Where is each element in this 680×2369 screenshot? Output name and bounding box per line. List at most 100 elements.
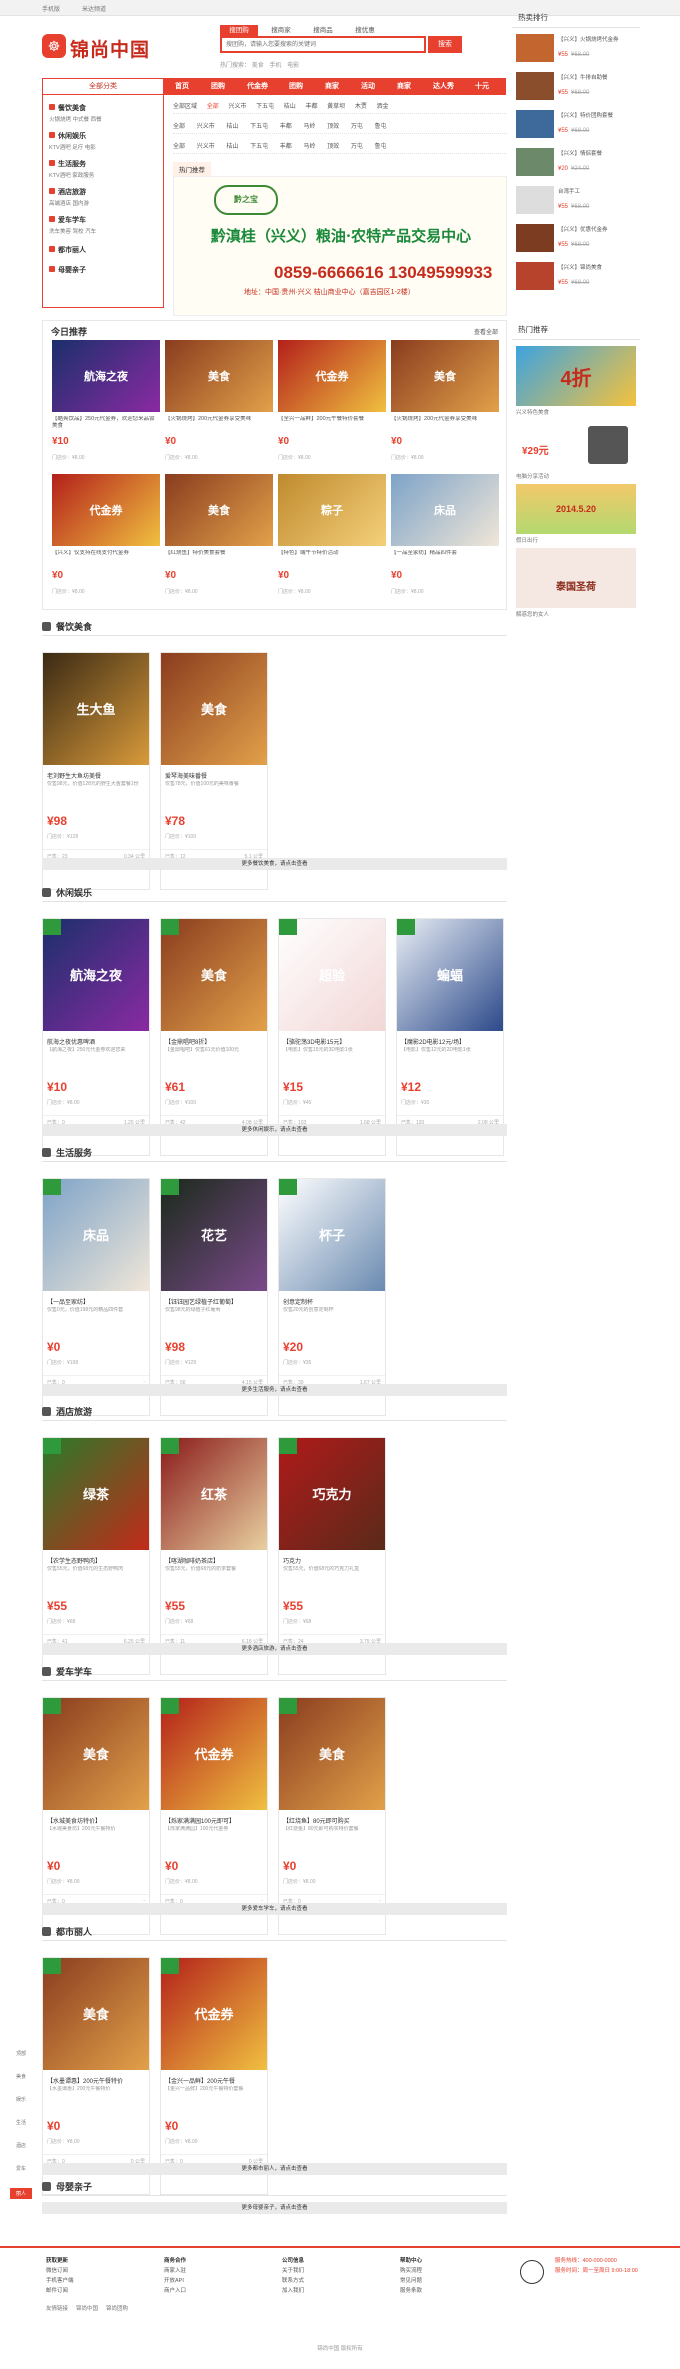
category-item[interactable]: 生活服务 KTV酒吧 家政服务 xyxy=(49,159,161,179)
filter-item-active[interactable]: 全部 xyxy=(207,104,219,110)
category-item[interactable]: 都市丽人 xyxy=(49,245,161,255)
search-box[interactable] xyxy=(220,36,426,53)
deal-card[interactable]: 美食 【水城美食坊特价】 【水城美食坊】200元午餐特价 ¥0 门店价：¥8.00 已售：… xyxy=(42,1697,150,1935)
deal-card[interactable]: 美食 【水墨谭惠】200元午餐特价 【水墨谭惠】200元午餐特价 ¥0 门店价：¥8.0… xyxy=(42,1957,150,2195)
online-badge xyxy=(43,1438,61,1454)
search-tab[interactable]: 搜商品 xyxy=(304,25,342,36)
hot-ad[interactable]: 泰国圣荷 xyxy=(516,548,636,608)
deal-old-price: 门店价：¥128 xyxy=(47,834,79,840)
deal-card[interactable]: 床品 【一品至家纺】 仅售0元，价值198元的精品四件套 ¥0 门店价：¥198 已售：0… xyxy=(42,1178,150,1416)
nav-item[interactable]: 十元 xyxy=(475,78,489,95)
nav-item[interactable]: 活动 xyxy=(361,78,375,95)
section-more-button[interactable]: 更多爱车学车，请点击查看 xyxy=(42,1903,507,1915)
section-more-button[interactable]: 更多都市丽人，请点击查看 xyxy=(42,2163,507,2175)
nav-item[interactable]: 团购 xyxy=(211,78,225,95)
sidebar-link[interactable]: 顶部 xyxy=(10,2050,32,2057)
section-more-button[interactable]: 更多餐饮美食，请点击查看 xyxy=(42,858,507,870)
channel-link[interactable]: 米达频道 xyxy=(82,4,106,13)
deal-card[interactable]: 代金券 【金兴一品鲜】200元午餐 【金兴一品鲜】200元午餐特价套餐 ¥0 门店价：¥… xyxy=(160,1957,268,2195)
deal-card[interactable]: 生大鱼 老刘野生大鱼坊美餐 仅售98元，价值128元的野生大鱼套餐1份 ¥98 门店价：… xyxy=(42,652,150,890)
today-item[interactable]: 美食 【红烧鱼】特价美食套餐 ¥0 门店价：¥8.00 xyxy=(165,474,273,608)
today-item[interactable]: 代金券 【兴义】仅支持在线支付代金券 ¥0 门店价：¥8.00 xyxy=(52,474,160,608)
sidebar-link[interactable]: 酒店 xyxy=(10,2142,32,2149)
rank-item[interactable]: 【兴义】特价团购套餐 ¥55 ¥68.00 xyxy=(516,108,638,142)
rank-item[interactable]: 【兴义】牛排自助餐 ¥55 ¥68.00 xyxy=(516,70,638,104)
deal-card[interactable]: 绿茶 【农学生态野鸭肉】 仅售55元，价值68元的生态野鸭肉 ¥55 门店价：¥68 已售… xyxy=(42,1437,150,1675)
deal-card[interactable]: 美食 爱琴海美味番餐 仅售78元，价值100元的美味番餐 ¥78 门店价：¥100 已售：… xyxy=(160,652,268,890)
rank-item[interactable]: 【兴义】锦尚美食 ¥55 ¥68.00 xyxy=(516,260,638,294)
sidebar-link[interactable]: 爱车 xyxy=(10,2165,32,2172)
deal-card[interactable]: 杯子 创意定制杯 仅售20元的创意定制杯 ¥20 门店价：¥35 已售：30 1.67 公里 xyxy=(278,1178,386,1416)
filter-item[interactable]: 全部区域 xyxy=(173,104,197,110)
category-item[interactable]: 母婴亲子 xyxy=(49,265,161,275)
deal-title: 【火锅烧烤】200元代金券享受美味 xyxy=(391,416,478,422)
search-tab[interactable]: 搜商家 xyxy=(262,25,300,36)
hot-ad[interactable]: 4折 xyxy=(516,346,636,406)
search-tab[interactable]: 搜优惠 xyxy=(346,25,384,36)
nav-item[interactable]: 团购 xyxy=(289,78,303,95)
search-tab[interactable]: 搜团购 xyxy=(220,25,258,36)
deal-card[interactable]: 花艺 【钰钰园艺绿植子红葡萄】 仅售98元的绿植子红葡萄 ¥98 门店价：¥128 已售：… xyxy=(160,1178,268,1416)
rank-item[interactable]: 台湾手工 ¥55 ¥68.00 xyxy=(516,184,638,218)
deal-card[interactable]: 代金券 【烁家满满园100元即可】 【烁家满满园】100元代金券 ¥0 门店价：¥8.0… xyxy=(160,1697,268,1935)
sidebar-link[interactable]: 美食 xyxy=(10,2073,32,2080)
online-badge xyxy=(43,1958,61,1974)
today-item[interactable]: 粽子 【特色】端午节特价活动 ¥0 门店价：¥8.00 xyxy=(278,474,386,608)
deal-card[interactable]: 航海之夜 航海之夜优惠啤酒 【航海之夜】250元代金券欢迎您来 ¥10 门店价：¥8.0… xyxy=(42,918,150,1156)
section-more-button[interactable]: 更多酒店旅游，请点击查看 xyxy=(42,1643,507,1655)
deal-card[interactable]: 蝙蝠 【魔影2D电影12元/场】 【电影】仅售12元的2D电影1张 ¥12 门店价：¥3… xyxy=(396,918,504,1156)
deal-card[interactable]: 超验 【骆驼荡3D电影15元】 【电影】仅售15元的3D电影1张 ¥15 门店价：¥45… xyxy=(278,918,386,1156)
deal-title: 【钰钰园艺绿植子红葡萄】 xyxy=(165,1300,238,1306)
today-item[interactable]: 床品 【一品至家纺】精品四件套 ¥0 门店价：¥8.00 xyxy=(391,474,499,608)
deal-card[interactable]: 美食 【红烧鱼】80元即可购买 【红烧鱼】80元即可购买特价套餐 ¥0 门店价：¥8.0… xyxy=(278,1697,386,1935)
today-item[interactable]: 代金券 【全兴一品鲜】200元午餐特价套餐 ¥0 门店价：¥8.00 xyxy=(278,340,386,474)
section-more-button[interactable]: 更多休闲娱乐，请点击查看 xyxy=(42,1124,507,1136)
search-button[interactable]: 搜索 xyxy=(428,36,462,53)
nav-item[interactable]: 代金券 xyxy=(247,78,268,95)
deal-card[interactable]: 美食 【金鼎唱吧8折】 【金鼎唱吧】仅售61元价值100元 ¥61 门店价：¥100 已售… xyxy=(160,918,268,1156)
category-item[interactable]: 休闲娱乐 KTV酒吧 足疗 电影 xyxy=(49,131,161,151)
today-item[interactable]: 航海之夜 【酷爽饮品】250元代金券，欢迎您来品尝美食 ¥10 门店价：¥8.00 xyxy=(52,340,160,474)
online-badge xyxy=(161,1179,179,1195)
rank-item[interactable]: 【兴义】情侣套餐 ¥20 ¥24.00 xyxy=(516,146,638,180)
deal-price: ¥61 xyxy=(165,1080,186,1094)
sidebar-link[interactable]: 生活 xyxy=(10,2119,32,2126)
hot-word[interactable]: 手机 xyxy=(269,63,281,69)
nav-item[interactable]: 商家 xyxy=(325,78,339,95)
sidebar-link[interactable]: 丽人 xyxy=(10,2188,32,2199)
deal-card[interactable]: 巧克力 巧克力 仅售55元，价值68元的巧克力礼盒 ¥55 门店价：¥68 已售：24 3.… xyxy=(278,1437,386,1675)
deal-price: ¥78 xyxy=(165,814,186,828)
deal-title: 【水墨谭惠】200元午餐特价 xyxy=(47,2079,124,2085)
logo[interactable]: ☸ 锦尚中国 xyxy=(42,33,162,61)
online-badge xyxy=(43,1698,61,1714)
section-more-button[interactable]: 更多生活服务，请点击查看 xyxy=(42,1384,507,1396)
today-item[interactable]: 美食 【火锅烧烤】200元代金券享受美味 ¥0 门店价：¥8.00 xyxy=(391,340,499,474)
nav-item[interactable]: 达人秀 xyxy=(433,78,454,95)
category-item[interactable]: 酒店旅游 高端酒店 国内游 xyxy=(49,187,161,207)
rank-item[interactable]: 【兴义】火锅烧烤代金券 ¥55 ¥68.00 xyxy=(516,32,638,66)
hot-word[interactable]: 美食 xyxy=(252,63,264,69)
deal-title: 【全兴一品鲜】200元午餐特价套餐 xyxy=(278,416,365,422)
deal-old-price: 门店价：¥45 xyxy=(283,1100,312,1106)
section-more-button[interactable]: 更多母婴亲子，请点击查看 xyxy=(42,2202,507,2214)
today-item[interactable]: 美食 【火锅烧烤】200元代金券享受美味 ¥0 门店价：¥8.00 xyxy=(165,340,273,474)
all-categories-tab[interactable]: 全部分类 xyxy=(42,78,164,95)
rank-item[interactable]: 【兴义】优惠代金券 ¥55 ¥68.00 xyxy=(516,222,638,256)
today-more-link[interactable]: 查看全部 xyxy=(474,327,498,336)
search-input[interactable] xyxy=(222,38,412,51)
entertainment-icon xyxy=(49,132,55,138)
nav-item[interactable]: 首页 xyxy=(175,78,189,95)
hot-word[interactable]: 电影 xyxy=(287,63,299,69)
deal-card[interactable]: 红茶 【喀湖咖啡奶茶店】 仅售55元，价值68元的奶茶套餐 ¥55 门店价：¥68 已售：… xyxy=(160,1437,268,1675)
promo-banner[interactable]: 黔之宝 黔滇桂（兴义）粮油·农特产品交易中心 0859-6666616 1304… xyxy=(173,176,507,316)
hot-ad[interactable]: ¥29元 xyxy=(516,420,636,470)
deal-title: 【魔影2D电影12元/场】 xyxy=(401,1040,466,1046)
hot-title: 热门推荐 xyxy=(512,320,640,340)
footer-col: 帮助中心 购买流程 常见问题 服务条款 xyxy=(400,2258,423,2294)
category-item[interactable]: 爱车学车 洗车美容 驾校 汽车 xyxy=(49,215,161,235)
nav-item[interactable]: 商家 xyxy=(397,78,411,95)
hot-ad[interactable]: 2014.5.20 xyxy=(516,484,636,534)
sidebar-link[interactable]: 娱乐 xyxy=(10,2096,32,2103)
category-item[interactable]: 餐饮美食 火锅烧烤 中式餐 西餐 xyxy=(49,103,161,123)
mobile-link[interactable]: 手机版 xyxy=(42,4,60,13)
